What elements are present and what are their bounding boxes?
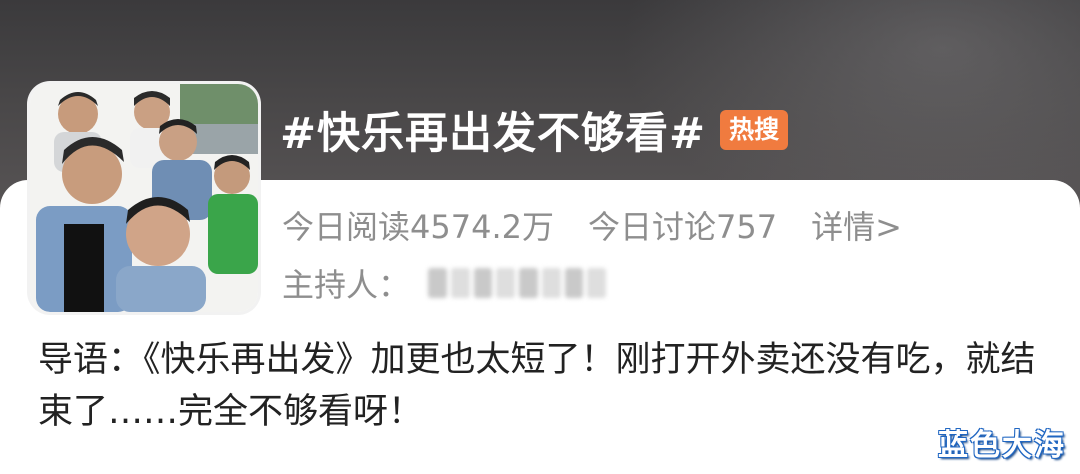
daily-discussions: 今日讨论757	[587, 208, 778, 246]
daily-reads: 今日阅读4574.2万	[282, 208, 554, 246]
topic-stats: 今日阅读4574.2万 今日讨论757 详情>	[282, 202, 902, 248]
host-name-blurred	[428, 268, 607, 298]
details-link[interactable]: 详情>	[811, 202, 902, 248]
topic-title-row: #快乐再出发不够看# 热搜	[280, 98, 789, 162]
topic-title[interactable]: #快乐再出发不够看#	[280, 99, 706, 161]
host-row: 主持人：	[282, 260, 607, 306]
watermark: 蓝色大海	[938, 428, 1066, 463]
topic-cover-image[interactable]	[30, 84, 258, 312]
cover-photo	[30, 84, 258, 312]
topic-intro: 导语：《快乐再出发》加更也太短了！刚打开外卖还没有吃，就结束了……完全不够看呀！	[38, 340, 1036, 432]
host-label: 主持人：	[282, 266, 411, 304]
hot-search-badge: 热搜	[720, 110, 789, 150]
